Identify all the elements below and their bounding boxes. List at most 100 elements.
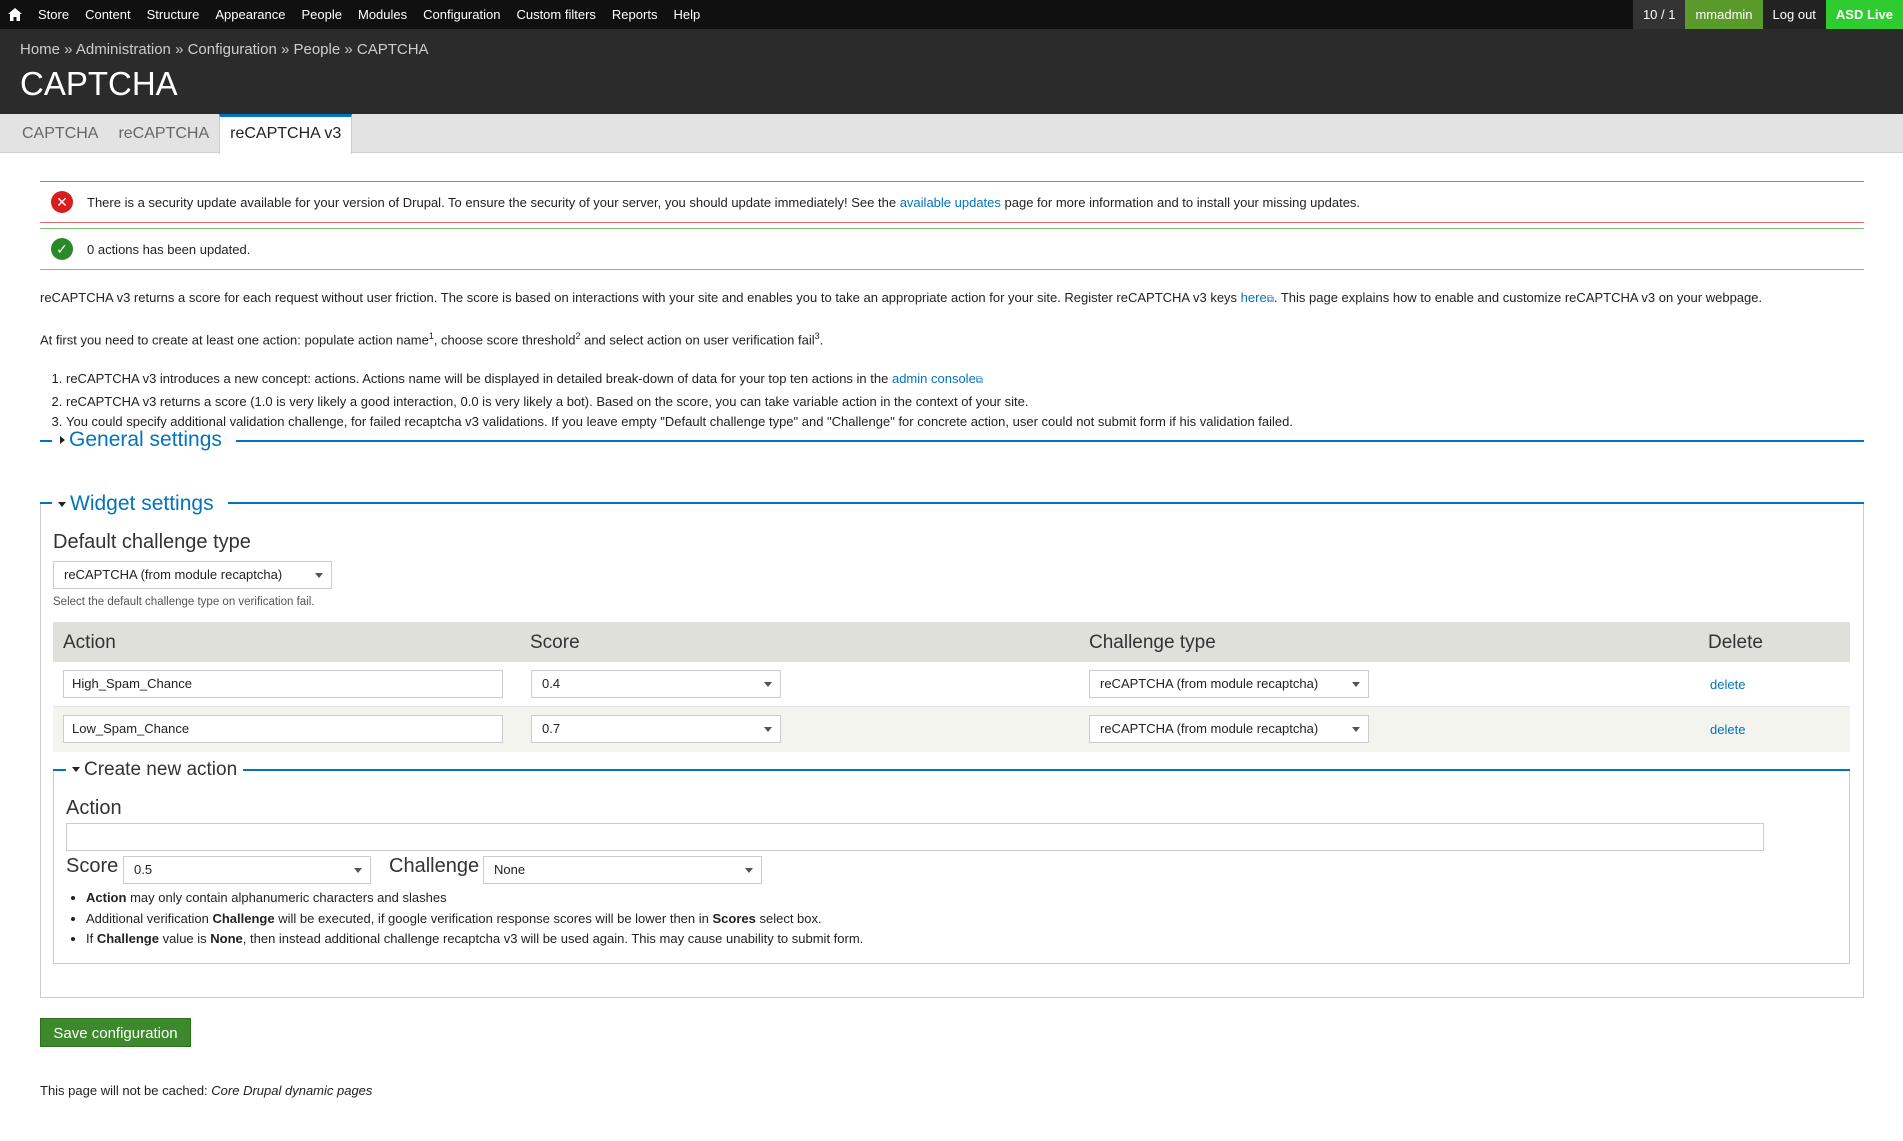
- note3-bold1: Challenge: [96, 931, 159, 946]
- new-action-input[interactable]: [66, 823, 1764, 851]
- widget-settings-border: [40, 502, 1864, 504]
- tab-captcha[interactable]: CAPTCHA: [12, 114, 108, 153]
- new-score-select[interactable]: 0.5: [123, 856, 371, 884]
- default-challenge-label: Default challenge type: [53, 531, 251, 553]
- note1-text: may only contain alphanumeric characters…: [126, 890, 447, 905]
- chevron-down-icon: [1352, 727, 1360, 732]
- toolbar-structure[interactable]: Structure: [139, 0, 208, 29]
- caret-down-icon: [58, 501, 66, 507]
- tab-recaptcha[interactable]: reCAPTCHA: [108, 114, 219, 153]
- list-item: Action may only contain alphanumeric cha…: [86, 888, 863, 909]
- admin-toolbar: Store Content Structure Appearance Peopl…: [0, 0, 1903, 29]
- save-configuration-button[interactable]: Save configuration: [40, 1018, 191, 1047]
- available-updates-link[interactable]: available updates: [900, 195, 1001, 210]
- general-settings-border: [40, 440, 1864, 442]
- first-t1: At first you need to create at least one…: [40, 332, 429, 348]
- logout-link[interactable]: Log out: [1762, 0, 1826, 29]
- chevron-down-icon: [1352, 682, 1360, 687]
- toolbar-content[interactable]: Content: [77, 0, 139, 29]
- table-row: Low_Spam_Chance 0.7 reCAPTCHA (from modu…: [53, 707, 1850, 752]
- new-challenge-label: Challenge: [389, 855, 480, 877]
- error-text: There is a security update available for…: [87, 195, 1360, 210]
- note2-bold1: Challenge: [212, 910, 275, 926]
- score-select[interactable]: 0.4: [531, 670, 781, 698]
- asd-live-link[interactable]: ASD Live: [1825, 0, 1903, 29]
- primary-tabs: CAPTCHA reCAPTCHA reCAPTCHA v3: [0, 114, 1903, 154]
- challenge-type-select[interactable]: reCAPTCHA (from module recaptcha): [1089, 715, 1369, 743]
- col-action: Action: [63, 632, 116, 653]
- col-delete: Delete: [1708, 632, 1763, 653]
- error-icon: ✕: [51, 191, 73, 213]
- note2-t: select box.: [755, 910, 822, 926]
- cache-note-text: This page will not be cached:: [40, 1083, 212, 1098]
- toolbar-configuration[interactable]: Configuration: [415, 0, 508, 29]
- first-t2: , choose score threshold: [433, 332, 576, 348]
- breadcrumb[interactable]: Home » Administration » Configuration » …: [20, 41, 429, 58]
- col-score: Score: [530, 632, 580, 653]
- default-challenge-description: Select the default challenge type on ver…: [53, 596, 315, 608]
- default-challenge-select[interactable]: reCAPTCHA (from module recaptcha): [53, 561, 332, 589]
- new-action-label: Action: [66, 797, 122, 819]
- default-challenge-value: reCAPTCHA (from module recaptcha): [64, 567, 283, 582]
- toolbar-store[interactable]: Store: [30, 0, 77, 29]
- intro-before: reCAPTCHA v3 returns a score for each re…: [40, 290, 1241, 305]
- list-item: Additional verification Challenge will b…: [86, 909, 863, 930]
- widget-settings-label: Widget settings: [70, 492, 214, 515]
- action-name-input[interactable]: Low_Spam_Chance: [63, 715, 503, 743]
- toolbar-appearance[interactable]: Appearance: [207, 0, 293, 29]
- status-message: ✓ 0 actions has been updated.: [40, 228, 1864, 270]
- toolbar-reports[interactable]: Reports: [604, 0, 666, 29]
- score-select[interactable]: 0.7: [531, 715, 781, 743]
- note1-bold: Action: [86, 890, 127, 905]
- error-text-before: There is a security update available for…: [87, 194, 900, 210]
- note3-t: , then instead additional challenge reca…: [242, 931, 864, 946]
- error-message: ✕ There is a security update available f…: [40, 181, 1864, 223]
- intro-text: reCAPTCHA v3 returns a score for each re…: [40, 290, 1762, 305]
- chevron-down-icon: [354, 868, 362, 873]
- home-icon[interactable]: [0, 0, 30, 29]
- delete-link[interactable]: delete: [1710, 722, 1745, 737]
- caret-down-icon: [72, 767, 80, 773]
- toolbar-help[interactable]: Help: [665, 0, 708, 29]
- chevron-down-icon: [764, 727, 772, 732]
- general-settings-legend[interactable]: General settings: [52, 428, 236, 452]
- external-link-icon: ⧉: [975, 375, 983, 386]
- toolbar-user[interactable]: mmadmin: [1685, 0, 1763, 29]
- cache-note-em: Core Drupal dynamic pages: [211, 1083, 373, 1098]
- first-t4: .: [819, 332, 824, 348]
- tab-recaptcha-v3[interactable]: reCAPTCHA v3: [219, 114, 353, 154]
- score-value: 0.7: [542, 721, 561, 736]
- score-value: 0.4: [542, 676, 561, 691]
- first-steps-text: At first you need to create at least one…: [40, 331, 823, 347]
- cache-note: This page will not be cached: Core Drupa…: [40, 1083, 372, 1098]
- action-name-input[interactable]: High_Spam_Chance: [63, 670, 503, 698]
- general-settings-label: General settings: [69, 428, 222, 451]
- list-item: reCAPTCHA v3 returns a score (1.0 is ver…: [66, 392, 1293, 413]
- challenge-type-value: reCAPTCHA (from module recaptcha): [1100, 721, 1319, 736]
- new-challenge-value: None: [494, 862, 526, 877]
- create-action-legend[interactable]: Create new action: [66, 759, 244, 781]
- new-score-label: Score: [66, 855, 119, 877]
- intro-after: . This page explains how to enable and c…: [1273, 290, 1763, 305]
- challenge-type-select[interactable]: reCAPTCHA (from module recaptcha): [1089, 670, 1369, 698]
- chevron-down-icon: [764, 682, 772, 687]
- toolbar-counter[interactable]: 10 / 1: [1632, 0, 1686, 29]
- toolbar-people[interactable]: People: [294, 0, 350, 29]
- col-challenge-type: Challenge type: [1089, 632, 1216, 653]
- note3-bold2: None: [210, 931, 243, 946]
- widget-settings-legend[interactable]: Widget settings: [52, 492, 228, 516]
- error-text-after: page for more information and to install…: [1000, 194, 1361, 210]
- toolbar-modules[interactable]: Modules: [350, 0, 415, 29]
- external-link-icon: ⧉: [1266, 294, 1274, 305]
- caret-right-icon: [60, 436, 65, 445]
- page-title: CAPTCHA: [20, 65, 178, 102]
- admin-console-link[interactable]: admin console: [892, 371, 976, 386]
- actions-table-header: Action Score Challenge type Delete: [53, 622, 1850, 662]
- register-keys-link[interactable]: here: [1241, 290, 1267, 305]
- delete-link[interactable]: delete: [1710, 677, 1745, 692]
- list-item: If Challenge value is None, then instead…: [86, 929, 863, 950]
- toolbar-custom-filters[interactable]: Custom filters: [508, 0, 603, 29]
- create-action-border: [53, 769, 1850, 771]
- challenge-type-value: reCAPTCHA (from module recaptcha): [1100, 676, 1319, 691]
- new-challenge-select[interactable]: None: [483, 856, 762, 884]
